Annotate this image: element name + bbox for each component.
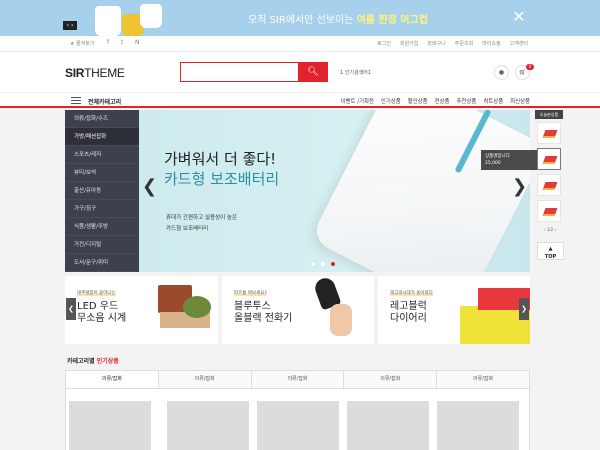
category-item[interactable]: 출산/유아동 [65, 182, 139, 200]
user-icon[interactable]: ● [494, 65, 509, 80]
category-item[interactable]: 도서/문구/취미 [65, 254, 139, 272]
join-link[interactable]: 회원가입 [400, 40, 418, 47]
tooltip-name: 상품명입니다 [485, 154, 510, 159]
product-thumbnail [542, 208, 558, 216]
nav-menu: 이벤트 /기획전 인기상품 할인상품 전상품 추천상품 히트상품 최신상품 [341, 97, 530, 105]
product-thumbnail[interactable] [167, 401, 249, 450]
nav-item-event[interactable]: 이벤트 /기획전 [341, 97, 374, 105]
slide-title: 가벼워서 더 좋다! [164, 150, 277, 168]
hand-image [330, 304, 352, 336]
tab-category[interactable]: 의류/잡화 [251, 371, 345, 388]
card-title: 레고블럭 다이어리 [390, 301, 427, 324]
popular-keyword[interactable]: 1 인기검색어1 [340, 69, 371, 76]
category-sidebar: 의류/잡화/수즈 가방/패션잡화 스포츠/레저 뷰티/보석 출산/유아동 가구/… [65, 110, 139, 272]
product-thumbnail[interactable] [347, 401, 429, 450]
card-tag: 따르릉 여보세요? [234, 290, 267, 296]
tab-category[interactable]: 의류/잡화 [66, 371, 159, 388]
slide-subtitle: 카드형 보조배터리 [164, 170, 280, 188]
product-thumbnail [542, 156, 558, 164]
product-tooltip: 상품명입니다 25,000 [481, 150, 537, 170]
order-link[interactable]: 주문조회 [455, 40, 473, 47]
plant-image [183, 296, 211, 318]
chevron-right-icon[interactable]: ❯ [512, 176, 527, 197]
product-thumbnail[interactable] [69, 401, 151, 450]
tooltip-price: 25,000 [485, 161, 501, 166]
twitter-icon[interactable]: t [121, 39, 123, 46]
utility-bar: ★ 즐겨찾기 f t N 로그인 회원가입 장바구니 주문조회 마이쇼핑 고객센… [0, 36, 600, 52]
recent-product[interactable] [537, 200, 561, 222]
mypage-link[interactable]: 마이쇼핑 [482, 40, 500, 47]
cart-link[interactable]: 장바구니 [427, 40, 445, 47]
slide-description: 카드형 보조배터리 [166, 226, 209, 232]
card-tag: 네추럴함이 묻어나는 [77, 290, 116, 296]
product-thumbnail [542, 182, 558, 190]
chevron-left-icon[interactable]: ❮ [142, 176, 157, 197]
tab-category[interactable]: 의류/잡화 [344, 371, 438, 388]
recent-product[interactable] [537, 148, 561, 170]
cart-badge: 0 [526, 64, 534, 70]
promo-card[interactable]: 네추럴함이 묻어나는 LED 우드 무소음 시계 [65, 276, 218, 344]
slide-dot[interactable] [321, 262, 325, 266]
promo-card[interactable]: 따르릉 여보세요? 블루투스 올블랙 전화기 [222, 276, 374, 344]
nav-item-all-products[interactable]: 전상품 [435, 97, 450, 105]
chevron-left-icon[interactable]: ❮ [66, 298, 76, 320]
facebook-icon[interactable]: f [107, 39, 109, 46]
product-thumbnail[interactable] [437, 401, 519, 450]
product-grid [65, 389, 530, 450]
tab-category[interactable]: 의류/잡화 [158, 371, 252, 388]
nav-bar: 전체카테고리 이벤트 /기획전 인기상품 할인상품 전상품 추천상품 히트상품 … [0, 92, 600, 108]
chevron-right-icon[interactable]: ❯ [519, 298, 529, 320]
all-categories-button[interactable]: 전체카테고리 [88, 97, 121, 106]
header: SIRTHEME 🔍︎ 1 인기검색어1 ● 🛒︎ 0 [0, 52, 600, 92]
card-title: LED 우드 무소음 시계 [77, 301, 127, 324]
scroll-top-button[interactable]: ▲ TOP [537, 242, 564, 260]
search-input[interactable] [181, 63, 299, 81]
nav-item-sale[interactable]: 할인상품 [408, 97, 428, 105]
nav-item-recommended[interactable]: 추천상품 [456, 97, 476, 105]
login-link[interactable]: 로그인 [377, 40, 391, 47]
battery-image [310, 110, 530, 272]
card-tag: 레고의시대가 돌아왔다 [390, 290, 433, 296]
category-item[interactable]: 의류/잡화/수즈 [65, 110, 139, 128]
category-tabs: 의류/잡화 의류/잡화 의류/잡화 의류/잡화 의류/잡화 [65, 370, 530, 389]
tab-category[interactable]: 의류/잡화 [437, 371, 529, 388]
prev-next-icon[interactable]: ‹ › [63, 21, 77, 30]
card-title: 블루투스 올블랙 전화기 [234, 301, 293, 324]
support-link[interactable]: 고객센터 [510, 40, 528, 47]
logo[interactable]: SIRTHEME [65, 66, 125, 80]
nav-item-hit[interactable]: 히트상품 [483, 97, 503, 105]
naver-icon[interactable]: N [135, 39, 140, 46]
main-slider: 가벼워서 더 좋다! 카드형 보조배터리 휴대가 간편하고 실용성이 높은 카드… [139, 110, 530, 272]
promo-text: 오직 SIR에서만 선보이는 여름 한정 머그컵 [248, 15, 428, 26]
category-item[interactable]: 가방/패션잡화 [65, 128, 139, 146]
category-item[interactable]: 뷰티/보석 [65, 164, 139, 182]
product-thumbnail [542, 130, 558, 138]
section-title: 카테고리별 인기상품 [67, 358, 119, 365]
promo-banner[interactable]: ‹ › 오직 SIR에서만 선보이는 여름 한정 머그컵 ✕ [0, 0, 600, 36]
recently-viewed-title: 오늘본상품 [535, 110, 563, 119]
util-links: 로그인 회원가입 장바구니 주문조회 마이쇼핑 고객센터 [377, 40, 528, 47]
category-item[interactable]: 가전/디지털 [65, 236, 139, 254]
recent-product[interactable] [537, 122, 561, 144]
mug-image [95, 6, 121, 36]
recent-product[interactable] [537, 174, 561, 196]
nav-item-popular[interactable]: 인기상품 [381, 97, 401, 105]
product-thumbnail[interactable] [257, 401, 339, 450]
recently-viewed: 오늘본상품 ‹ 1/2 › [535, 110, 563, 238]
recently-viewed-pager[interactable]: ‹ 1/2 › [544, 227, 556, 232]
nav-item-new[interactable]: 최신상품 [510, 97, 530, 105]
mug-image [140, 4, 162, 28]
slide-description: 휴대가 간편하고 실용성이 높은 [166, 215, 238, 221]
search-icon: 🔍︎ [307, 67, 319, 77]
slide-dot[interactable] [331, 262, 335, 266]
promo-card[interactable]: 레고의시대가 돌아왔다 레고블럭 다이어리 [378, 276, 530, 344]
favorite-link[interactable]: ★ 즐겨찾기 [70, 40, 94, 47]
category-item[interactable]: 식품/생활/주방 [65, 218, 139, 236]
slide-dot[interactable] [311, 262, 315, 266]
category-item[interactable]: 스포츠/레저 [65, 146, 139, 164]
menu-icon[interactable] [71, 97, 81, 104]
close-icon[interactable]: ✕ [511, 8, 527, 26]
category-item[interactable]: 가구/침구 [65, 200, 139, 218]
search-button[interactable]: 🔍︎ [298, 62, 328, 82]
